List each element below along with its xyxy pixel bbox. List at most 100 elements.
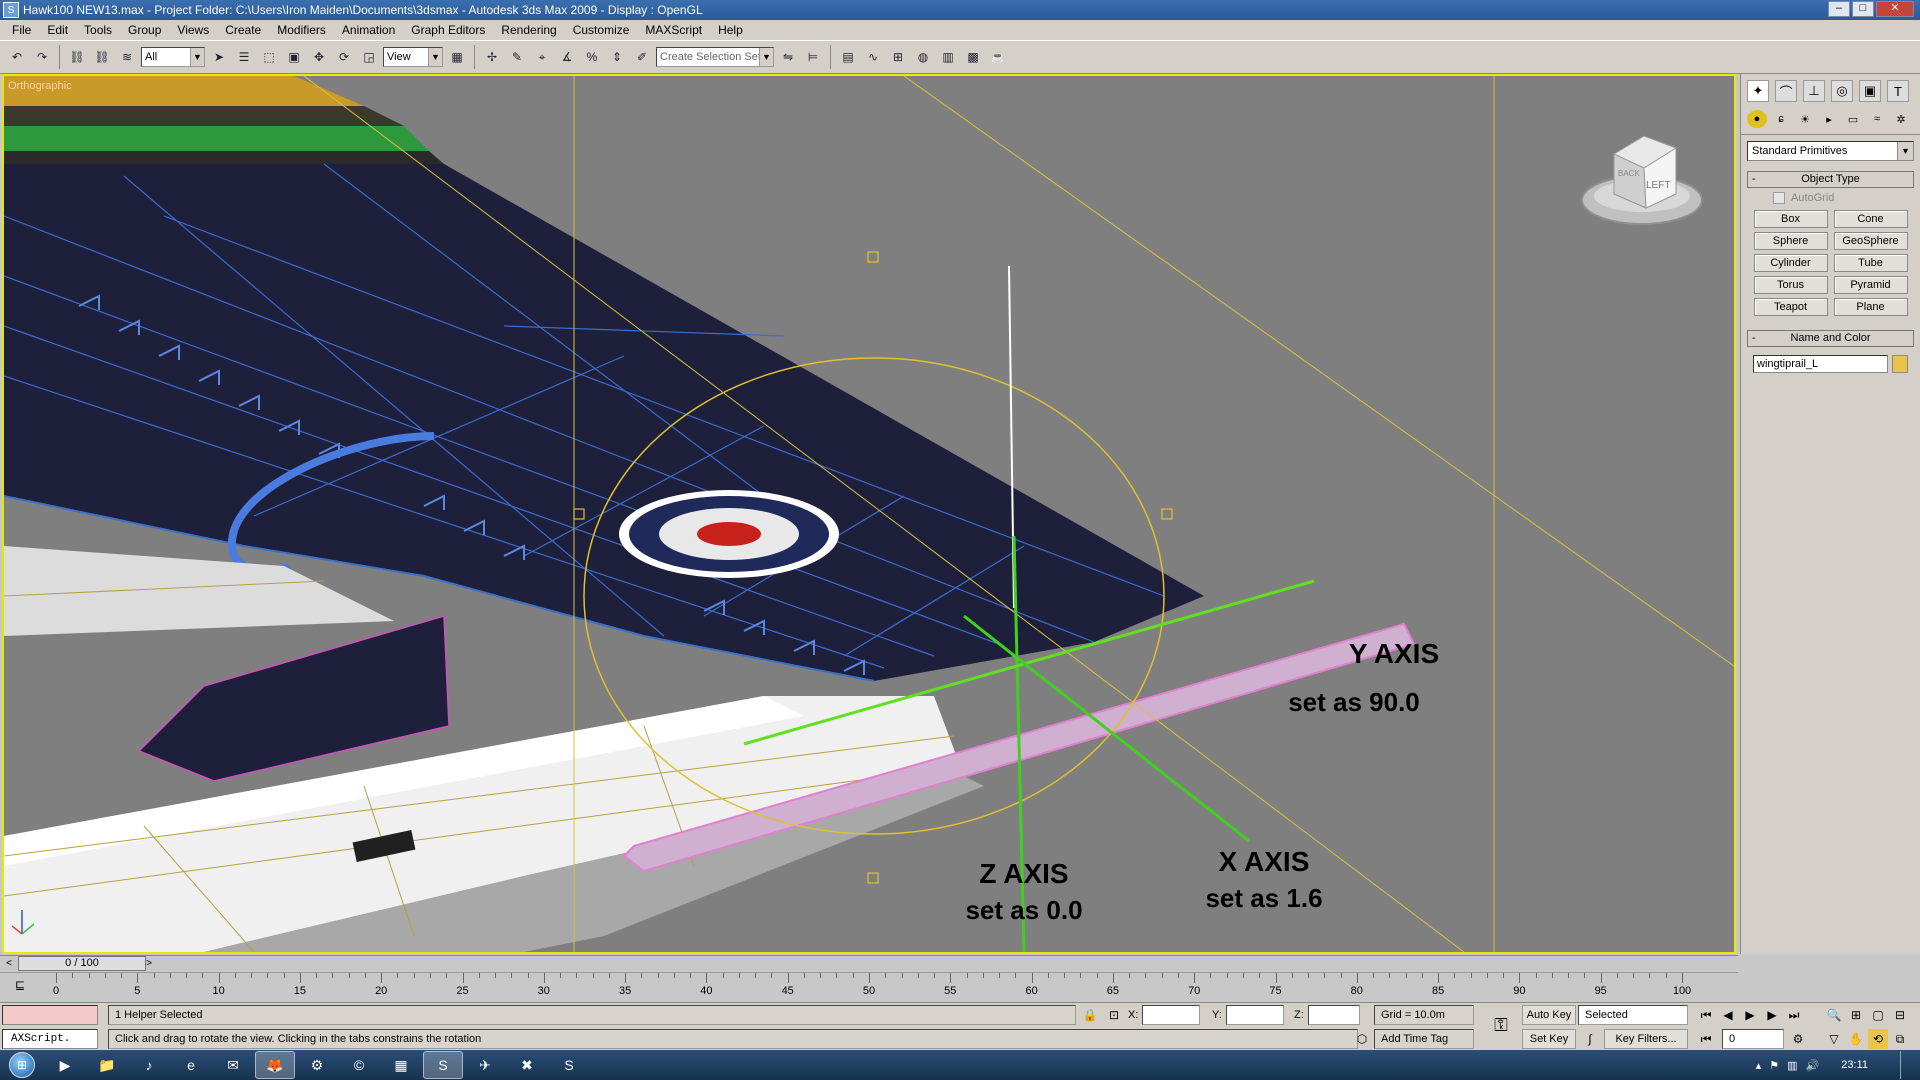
render-setup-icon[interactable]: ▥ <box>937 46 959 68</box>
menu-views[interactable]: Views <box>169 23 217 37</box>
undo-icon[interactable]: ↶ <box>6 46 28 68</box>
cylinder-button[interactable]: Cylinder <box>1753 254 1828 272</box>
menu-animation[interactable]: Animation <box>334 23 403 37</box>
scale-icon[interactable]: ◲ <box>358 46 380 68</box>
track-bar[interactable]: ⊑ 0 5 10 15 20 25 30 35 40 45 50 55 60 65 70 75 80 85 90 95… <box>0 972 1738 1000</box>
utilities-tab-icon[interactable]: T <box>1887 80 1909 102</box>
maximize-viewport-icon[interactable]: ⧉ <box>1890 1029 1910 1049</box>
menu-graph-editors[interactable]: Graph Editors <box>403 23 493 37</box>
tube-button[interactable]: Tube <box>1833 254 1908 272</box>
menu-edit[interactable]: Edit <box>39 23 76 37</box>
menu-maxscript[interactable]: MAXScript <box>637 23 710 37</box>
current-frame-field[interactable]: 0 <box>1722 1029 1784 1049</box>
create-tab-icon[interactable]: ✦ <box>1747 80 1769 102</box>
zoom-all-icon[interactable]: ⊞ <box>1846 1005 1866 1025</box>
prev-frame-icon[interactable]: < <box>2 957 16 971</box>
object-color-swatch[interactable] <box>1892 355 1908 373</box>
sphere-button[interactable]: Sphere <box>1753 232 1828 250</box>
mirror-icon[interactable]: ⇋ <box>777 46 799 68</box>
align-icon[interactable]: ⊨ <box>802 46 824 68</box>
pyramid-button[interactable]: Pyramid <box>1833 276 1908 294</box>
layer-manager-icon[interactable]: ▤ <box>837 46 859 68</box>
menu-group[interactable]: Group <box>120 23 169 37</box>
hierarchy-tab-icon[interactable]: ⊥ <box>1803 80 1825 102</box>
media-player-icon[interactable]: ▶ <box>45 1051 85 1079</box>
quick-render-icon[interactable]: ☕ <box>987 46 1009 68</box>
unlink-icon[interactable]: ⛓ <box>91 46 113 68</box>
object-type-header[interactable]: - Object Type <box>1747 171 1914 188</box>
field-of-view-icon[interactable]: ▽ <box>1824 1029 1844 1049</box>
itunes-icon[interactable]: ♪ <box>129 1051 169 1079</box>
autogrid-checkbox[interactable] <box>1773 192 1785 204</box>
name-color-header[interactable]: - Name and Color <box>1747 330 1914 347</box>
material-editor-icon[interactable]: ◍ <box>912 46 934 68</box>
lock-icon[interactable]: 🔒 <box>1080 1005 1100 1025</box>
prev-key-icon[interactable]: ◀ <box>1718 1005 1738 1025</box>
display-tab-icon[interactable]: ▣ <box>1859 80 1881 102</box>
redo-icon[interactable]: ↷ <box>31 46 53 68</box>
spinner-snap-icon[interactable]: ⇕ <box>606 46 628 68</box>
network-icon[interactable]: ▥ <box>1787 1059 1797 1072</box>
selection-filter-dropdown[interactable]: All ▼ <box>141 47 205 67</box>
internet-explorer-icon[interactable]: e <box>171 1051 211 1079</box>
named-selection-dropdown[interactable]: Create Selection Set ▼ <box>656 47 774 67</box>
ref-coord-dropdown[interactable]: View ▼ <box>383 47 443 67</box>
tray-expand-icon[interactable]: ▴ <box>1756 1059 1762 1072</box>
firefox-icon[interactable]: 🦊 <box>255 1051 295 1079</box>
select-link-icon[interactable]: ⛓ <box>66 46 88 68</box>
set-key-mode-icon[interactable]: ⚿ <box>1486 1015 1516 1035</box>
perspective-viewport[interactable]: LEFT BACK Orthographic Y AXIS set as 90.… <box>2 74 1736 954</box>
select-object-icon[interactable]: ➤ <box>208 46 230 68</box>
flightsim-icon[interactable]: ✈ <box>465 1051 505 1079</box>
rendered-frame-icon[interactable]: ▩ <box>962 46 984 68</box>
time-slider-thumb[interactable]: 0 / 100 <box>18 956 146 971</box>
edit-named-sets-icon[interactable]: ✐ <box>631 46 653 68</box>
time-slider[interactable]: < 0 / 100 > <box>0 955 1738 971</box>
maxscript-listener-pink[interactable] <box>2 1005 98 1025</box>
goto-end-icon[interactable]: ⏭ <box>1784 1005 1804 1025</box>
open-mini-curve-editor-icon[interactable]: ⊑ <box>8 975 32 995</box>
shapes-icon[interactable]: ɕ <box>1771 110 1791 128</box>
minimize-button[interactable]: – <box>1828 1 1850 17</box>
move-icon[interactable]: ✥ <box>308 46 330 68</box>
transform-mode-icon[interactable]: ⊡ <box>1104 1005 1124 1025</box>
angle-snap-icon[interactable]: ∡ <box>556 46 578 68</box>
set-key-button[interactable]: Set Key <box>1522 1029 1576 1049</box>
zoom-icon[interactable]: 🔍 <box>1824 1005 1844 1025</box>
modify-tab-icon[interactable]: ⌒ <box>1775 80 1797 102</box>
rect-selection-icon[interactable]: ⬚ <box>258 46 280 68</box>
menu-create[interactable]: Create <box>217 23 269 37</box>
close-button[interactable]: ✕ <box>1876 1 1914 17</box>
time-config-icon[interactable]: ⚙ <box>1788 1029 1808 1049</box>
torus-button[interactable]: Torus <box>1753 276 1828 294</box>
clock[interactable]: 23:11 <box>1841 1059 1868 1071</box>
game-icon[interactable]: ✖ <box>507 1051 547 1079</box>
motion-tab-icon[interactable]: ◎ <box>1831 80 1853 102</box>
volume-icon[interactable]: 🔊 <box>1806 1059 1820 1072</box>
menu-rendering[interactable]: Rendering <box>493 23 564 37</box>
bind-space-warp-icon[interactable]: ≋ <box>116 46 138 68</box>
mail-icon[interactable]: ✉ <box>213 1051 253 1079</box>
auto-key-button[interactable]: Auto Key <box>1522 1005 1576 1025</box>
window-crossing-icon[interactable]: ▣ <box>283 46 305 68</box>
flag-icon[interactable]: ⚑ <box>1769 1059 1779 1072</box>
percent-snap-icon[interactable]: % <box>581 46 603 68</box>
x-coordinate-field[interactable] <box>1142 1005 1200 1025</box>
menu-modifiers[interactable]: Modifiers <box>269 23 334 37</box>
geometry-icon[interactable]: ● <box>1747 110 1767 128</box>
key-filters-button[interactable]: Key Filters... <box>1604 1029 1688 1049</box>
primitive-category-dropdown[interactable]: Standard Primitives ▼ <box>1747 141 1914 161</box>
box-button[interactable]: Box <box>1753 210 1828 228</box>
app-c-icon[interactable]: © <box>339 1051 379 1079</box>
orbit-icon[interactable]: ⟲ <box>1868 1029 1888 1049</box>
menu-help[interactable]: Help <box>710 23 751 37</box>
steam-icon[interactable]: ⚙ <box>297 1051 337 1079</box>
key-mode-dropdown[interactable]: Selected <box>1578 1005 1688 1025</box>
viewport-label[interactable]: Orthographic <box>8 80 72 92</box>
helpers-icon[interactable]: ▭ <box>1843 110 1863 128</box>
lights-icon[interactable]: ☀ <box>1795 110 1815 128</box>
maximize-button[interactable]: □ <box>1852 1 1874 17</box>
keyboard-shortcut-icon[interactable]: ✎ <box>506 46 528 68</box>
y-coordinate-field[interactable] <box>1226 1005 1284 1025</box>
key-mode-toggle-icon[interactable]: ⏮ <box>1696 1029 1716 1049</box>
